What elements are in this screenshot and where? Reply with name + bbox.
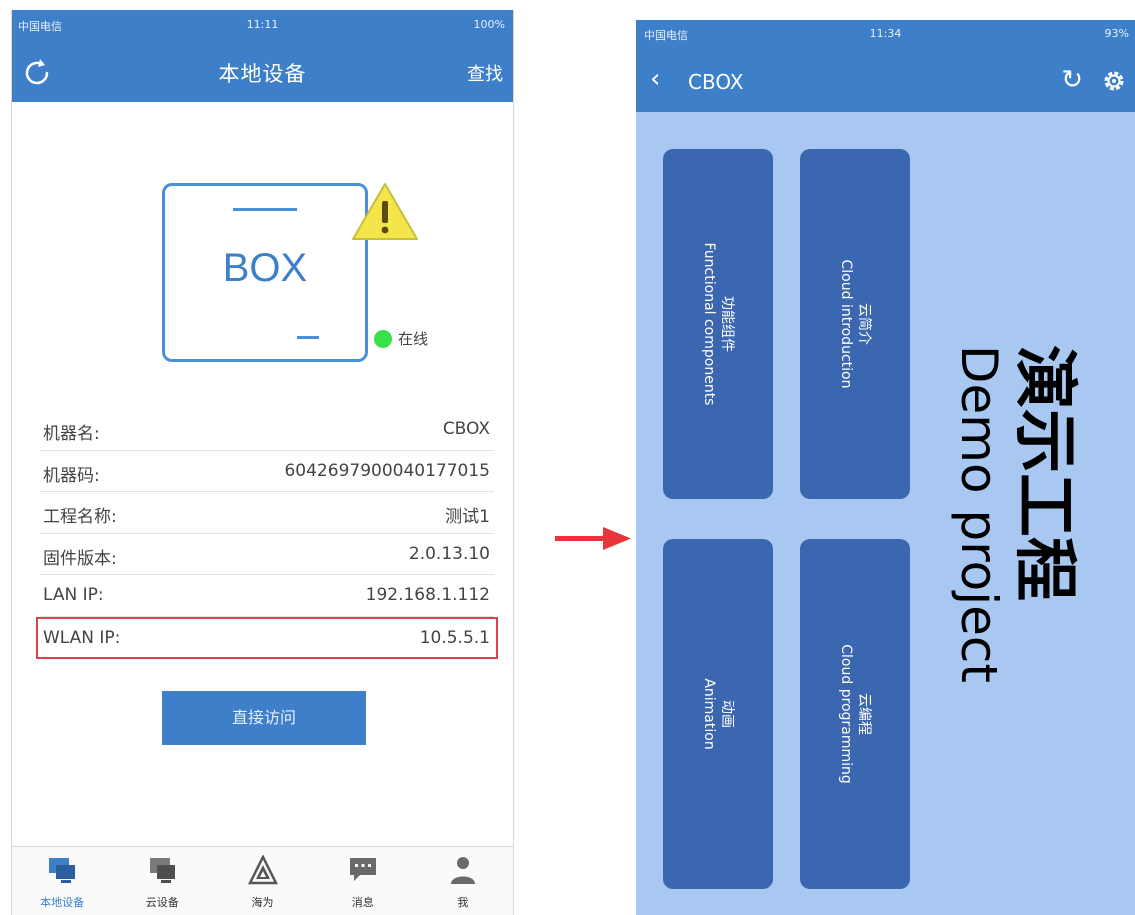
status-bar: 中国电信 11:34 93% [636, 20, 1135, 48]
info-row-lan-ip: LAN IP: 192.168.1.112 [40, 575, 494, 617]
page-title: 本地设备 [218, 62, 307, 86]
haiwell-logo-icon [247, 855, 278, 885]
nav-bar: 本地设备 查找 [12, 40, 513, 102]
info-key: 工程名称: [43, 507, 117, 527]
back-chevron-icon[interactable]: ‹ [650, 66, 660, 92]
tab-me[interactable]: 我 [413, 847, 513, 915]
search-button[interactable]: 查找 [467, 60, 503, 86]
page-title: CBOX [688, 70, 744, 94]
demo-title-text: 演示工程 Demo project [950, 345, 1081, 683]
info-row-wlan-ip: WLAN IP: 10.5.5.1 [36, 617, 498, 659]
person-icon [450, 857, 475, 884]
tab-haiwell[interactable]: 海为 [212, 847, 312, 915]
arrow-right-icon [555, 527, 631, 550]
tab-label: 云设备 [145, 896, 179, 909]
info-value: 6042697900040177015 [284, 460, 490, 481]
tab-bar: 本地设备 云设备 海为 消息 我 [12, 846, 513, 915]
tab-label: 海为 [251, 896, 274, 909]
online-status-label: 在线 [398, 330, 429, 348]
info-value: 2.0.13.10 [408, 543, 490, 564]
status-bar: 中国电信 11:11 100% [12, 10, 513, 40]
tile-text: 云编程 Cloud programming [837, 644, 873, 784]
info-key: 固件版本: [43, 548, 117, 569]
tile-animation[interactable]: 动画 Animation [663, 539, 773, 889]
tab-label: 消息 [351, 896, 374, 909]
tab-messages[interactable]: 消息 [313, 847, 413, 915]
device-box-card: BOX [162, 183, 368, 362]
monitor-icon [49, 858, 76, 883]
info-row-name: 机器名: CBOX [40, 409, 494, 451]
device-info-list: 机器名: CBOX 机器码: 6042697900040177015 工程名称:… [36, 409, 498, 659]
info-key: 机器码: [43, 465, 100, 486]
nav-bar: ‹ CBOX ↻ [636, 48, 1135, 112]
tile-cloud-programming[interactable]: 云编程 Cloud programming [800, 539, 910, 889]
tile-label-en: Cloud programming [838, 644, 854, 784]
gear-icon[interactable] [1101, 68, 1127, 94]
tile-functional-components[interactable]: 功能组件 Functional components [663, 149, 773, 499]
device-box-label: BOX [222, 246, 308, 290]
info-key: 机器名: [43, 424, 100, 444]
tile-label-cn: 动画 [719, 700, 735, 728]
info-value: 192.168.1.112 [365, 585, 490, 605]
tile-cloud-introduction[interactable]: 云简介 Cloud introduction [800, 149, 910, 499]
tile-label-en: Functional components [701, 242, 717, 406]
tile-label-en: Animation [701, 678, 717, 750]
info-value: 10.5.5.1 [419, 628, 490, 648]
demo-title-cn: 演示工程 [1007, 345, 1081, 601]
tab-local-device[interactable]: 本地设备 [12, 847, 112, 915]
device-bottom-bar [297, 336, 319, 339]
local-device-screen: 中国电信 11:11 100% 本地设备 查找 BOX 在线 机器名: CBOX… [11, 10, 514, 915]
tab-label: 我 [457, 896, 469, 909]
online-status: 在线 [374, 328, 428, 349]
tab-cloud-device[interactable]: 云设备 [112, 847, 212, 915]
reload-icon[interactable]: ↻ [1061, 65, 1083, 95]
tile-label-cn: 功能组件 [719, 296, 735, 352]
tile-text: 功能组件 Functional components [700, 243, 736, 406]
info-key: LAN IP: [43, 585, 104, 605]
info-value: CBOX [442, 419, 490, 439]
tile-label-en: Cloud introduction [838, 259, 854, 389]
demo-title-en: Demo project [950, 345, 1008, 683]
warning-icon [352, 183, 418, 240]
info-value: 测试1 [445, 507, 490, 527]
tile-label-cn: 云编程 [856, 693, 872, 735]
status-dot-icon [374, 329, 392, 348]
tile-text: 动画 Animation [700, 678, 736, 749]
tab-label: 本地设备 [40, 896, 85, 909]
clock: 11:34 [869, 27, 902, 40]
message-icon [349, 858, 376, 881]
tile-label-cn: 云简介 [856, 302, 872, 345]
info-row-firmware: 固件版本: 2.0.13.10 [40, 534, 494, 575]
device-top-bar [233, 208, 297, 211]
battery-label: 100% [473, 18, 505, 31]
tile-text: 云简介 Cloud introduction [837, 260, 873, 389]
info-key: WLAN IP: [43, 628, 121, 648]
info-row-project: 工程名称: 测试1 [40, 492, 494, 534]
clock: 11:11 [246, 18, 279, 31]
info-row-code: 机器码: 6042697900040177015 [40, 451, 494, 492]
cloud-device-icon [150, 858, 176, 883]
battery-label: 93% [1104, 27, 1129, 40]
direct-access-button[interactable]: 直接访问 [162, 691, 366, 745]
